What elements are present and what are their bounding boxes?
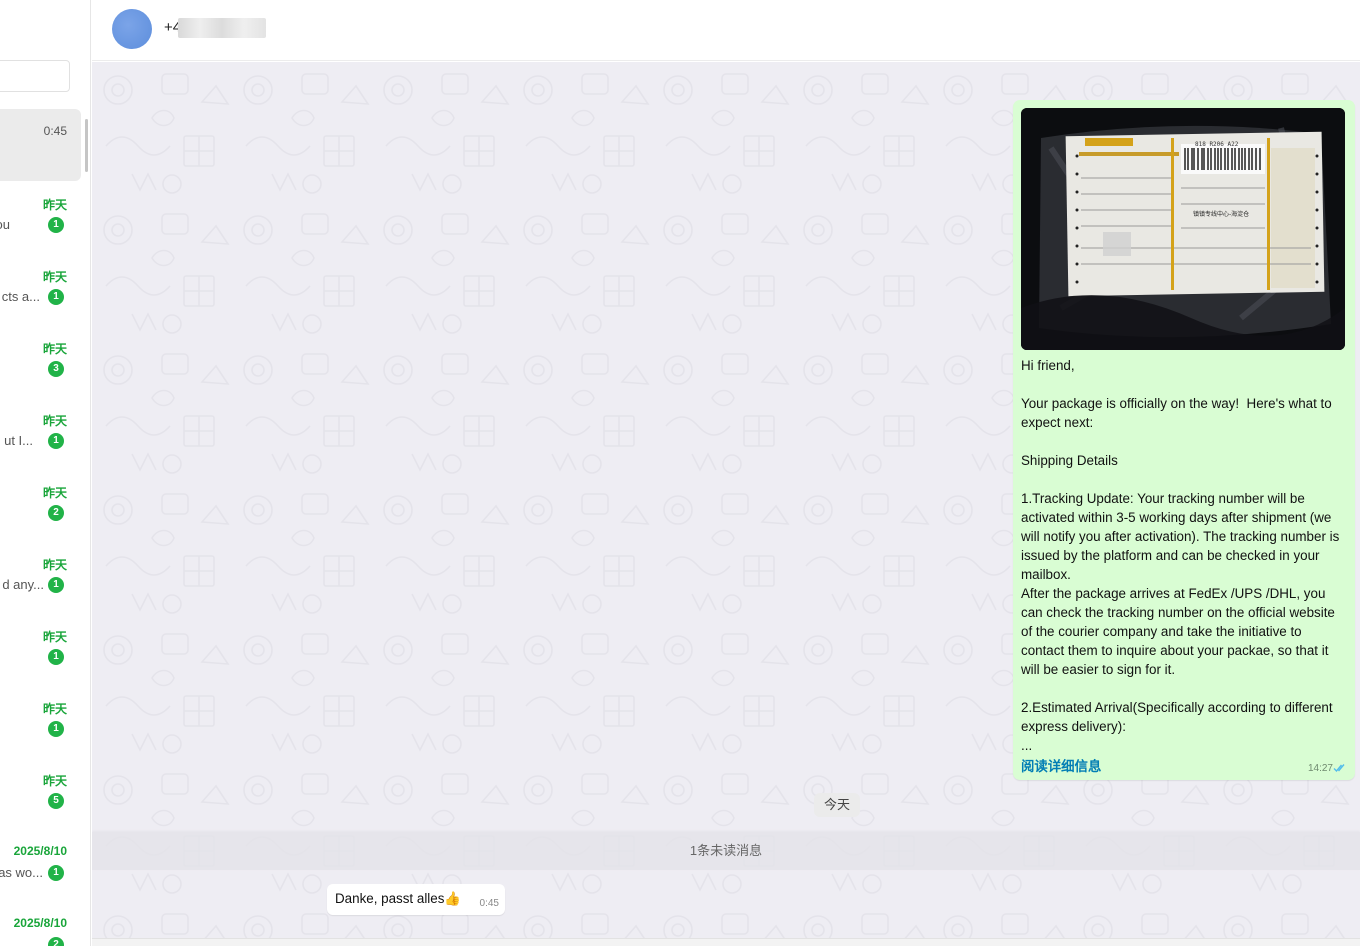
message-pane[interactable]: 818 R206 A22 镇镇专线中心-海淀仓 Hi friend, Your … [92, 62, 1360, 938]
chat-header[interactable]: +4 [92, 0, 1360, 61]
chat-list-item[interactable]: 昨天 2 [0, 469, 81, 541]
chat-time: 昨天 [42, 270, 67, 284]
chat-list-item[interactable]: 昨天 1 [0, 613, 81, 685]
unread-badge: 1 [48, 433, 64, 449]
chat-preview: as wo... [0, 865, 43, 880]
unread-badge: 3 [48, 361, 64, 377]
chat-time: 2025/8/10 [13, 844, 67, 858]
chat-list-item[interactable]: 0:45 [0, 109, 81, 181]
chat-time: 昨天 [42, 486, 67, 500]
incoming-message[interactable]: Danke, passt alles👍 0:45 [327, 884, 505, 915]
chat-time: 昨天 [42, 774, 67, 788]
chat-list-item[interactable]: 昨天 ut I... 1 [0, 397, 81, 469]
redacted-name [178, 18, 266, 38]
tracking-text: 818 R206 A22 [1195, 141, 1239, 148]
chat-preview: you [0, 217, 10, 232]
chat-list-item[interactable]: 昨天 5 [0, 757, 81, 829]
search-input[interactable] [0, 60, 70, 92]
chat-time: 2025/8/10 [13, 916, 67, 930]
message-text: Danke, passt alles👍 [335, 891, 462, 906]
unread-badge: 2 [48, 505, 64, 521]
chat-time: 昨天 [42, 198, 67, 212]
chat-time: 0:45 [43, 124, 67, 138]
chat-list-item[interactable]: 昨天 1 [0, 685, 81, 757]
unread-badge: 5 [48, 793, 64, 809]
chat-list-item[interactable]: 昨天 3 [0, 325, 81, 397]
chat-list-item[interactable]: 昨天 d any... 1 [0, 541, 81, 613]
unread-badge: 1 [48, 217, 64, 233]
unread-badge: 1 [48, 865, 64, 881]
unread-badge: 2 [48, 937, 64, 946]
unread-badge: 1 [48, 721, 64, 737]
shipment-photo[interactable]: 818 R206 A22 镇镇专线中心-海淀仓 [1021, 108, 1345, 350]
avatar[interactable] [112, 9, 152, 49]
chat-list-item[interactable]: 昨天 cts a... 1 [0, 253, 81, 325]
chat-list-item[interactable]: 2025/8/10 as wo... 1 [0, 829, 81, 901]
read-receipt-icon [1333, 764, 1345, 773]
package-label-image: 818 R206 A22 镇镇专线中心-海淀仓 [1021, 108, 1345, 350]
chat-time: 昨天 [42, 558, 67, 572]
chat-list-item[interactable]: 昨天 you 1 [0, 181, 81, 253]
chat-preview: ut I... [4, 433, 33, 448]
sidebar-scrollbar[interactable] [85, 119, 88, 172]
chat-time: 昨天 [42, 702, 67, 716]
date-separator: 今天 [814, 793, 861, 817]
unread-badge: 1 [48, 577, 64, 593]
chat-time: 昨天 [42, 414, 67, 428]
message-text: Hi friend, Your package is officially on… [1021, 358, 1340, 753]
unread-badge: 1 [48, 649, 64, 665]
composer-bar[interactable] [92, 938, 1360, 946]
outgoing-message[interactable]: 818 R206 A22 镇镇专线中心-海淀仓 Hi friend, Your … [1013, 100, 1355, 780]
chat-time: 昨天 [42, 342, 67, 356]
chat-list-item[interactable]: 2025/8/10 2 [0, 901, 81, 946]
message-time: 0:45 [479, 898, 499, 909]
unread-badge: 1 [48, 289, 64, 305]
chat-preview: d any... [2, 577, 44, 592]
read-more-link[interactable]: 阅读详细信息 [1021, 755, 1101, 775]
chat-time: 昨天 [42, 630, 67, 644]
label-text: 镇镇专线中心-海淀仓 [1193, 210, 1249, 218]
chat-preview: cts a... [1, 289, 40, 304]
message-time: 14:27 [1307, 763, 1333, 774]
chat-list-sidebar: 0:45 昨天 you 1 昨天 cts a... 1 昨天 3 昨天 ut I… [0, 0, 91, 946]
unread-divider: 1条未读消息 [92, 832, 1360, 870]
